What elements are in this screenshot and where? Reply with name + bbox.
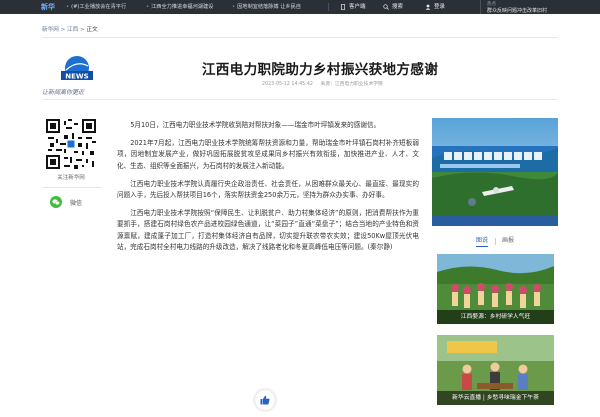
like-button[interactable] xyxy=(255,390,275,410)
breadcrumb-current: 正文 xyxy=(86,27,98,33)
divider xyxy=(42,99,558,100)
photo-caption: 新华云直播 | 乡愁寻味瑞金下午茶 xyxy=(437,391,554,405)
tab-pictorial[interactable]: 画报 xyxy=(502,236,514,246)
search-icon xyxy=(383,3,389,10)
wechat-label[interactable]: 微信 xyxy=(70,198,82,207)
ticker-text: (#)工业播放会在青平行 xyxy=(71,4,127,10)
publish-date: 2023-05-12 14:45:42 xyxy=(262,82,313,87)
hot-text[interactable]: 群众反映问题冲击改革旧村 xyxy=(487,7,547,14)
user-icon xyxy=(425,4,431,10)
article-paragraph: 2021年7月起，江西电力职业技术学院统筹帮扶资源和力量，帮助瑞金市叶坪镇石岗村… xyxy=(117,139,419,170)
photo-card[interactable]: 江西婺源：乡村研学人气旺 xyxy=(437,254,554,324)
tab-photo-stories[interactable]: 图说 xyxy=(476,236,489,247)
login-label: 登录 xyxy=(434,4,446,10)
article-source: 来源：江西电力职业技术学院 xyxy=(320,82,383,87)
login-button[interactable]: 登录 xyxy=(425,2,445,12)
divider xyxy=(42,187,102,188)
breadcrumb-section[interactable]: 江西 xyxy=(67,27,78,33)
qr-label: 关注新华网 xyxy=(57,175,85,181)
divider xyxy=(328,3,329,11)
phone-icon xyxy=(340,3,346,10)
breadcrumb-separator: > xyxy=(60,27,66,33)
photo-caption: 江西婺源：乡村研学人气旺 xyxy=(437,310,554,324)
ticker-item[interactable]: • (#)工业播放会在青平行 xyxy=(66,2,126,12)
photo-tabs: 图说 画报 xyxy=(432,236,558,247)
svg-text:NEWS: NEWS xyxy=(65,73,88,81)
ticker-text: 因地制宜结落脉搏 让乡民自 xyxy=(237,4,301,10)
article-title: 江西电力职院助力乡村振兴获地方感谢 xyxy=(201,62,439,78)
ticker-text: 江西全力推进幸福河湖建设 xyxy=(151,4,214,10)
wechat-icon[interactable] xyxy=(50,196,62,208)
ticker-item[interactable]: • 江西全力推进幸福河湖建设 xyxy=(146,2,213,12)
promo-banner[interactable] xyxy=(432,118,558,226)
thumbs-up-icon xyxy=(260,395,270,405)
qr-code xyxy=(46,119,96,169)
breadcrumb: 新华网 > 江西 > 正文 xyxy=(42,25,98,33)
logo-slogan: 让新闻离你更近 xyxy=(42,89,85,96)
search-button[interactable]: 搜索 xyxy=(383,2,403,12)
article-paragraph: 5月10日，江西电力职业技术学院收到陪对帮扶对象——瑞金市叶坪镇发来的感谢信。 xyxy=(130,121,381,129)
breadcrumb-home[interactable]: 新华网 xyxy=(42,27,59,33)
search-label: 搜索 xyxy=(392,4,404,10)
ticker-item[interactable]: • 因地制宜结落脉搏 让乡民自 xyxy=(232,2,301,12)
article-meta: 2023-05-12 14:45:42 来源：江西电力职业技术学院 xyxy=(262,80,389,87)
tab-divider xyxy=(495,238,496,245)
client-button[interactable]: 客户端 xyxy=(340,2,366,12)
breadcrumb-separator: > xyxy=(80,27,85,33)
article-body: 5月10日，江西电力职业技术学院收到陪对帮扶对象——瑞金市叶坪镇发来的感谢信。 … xyxy=(117,120,419,260)
client-label: 客户端 xyxy=(349,4,366,10)
photo-card[interactable]: 新华云直播 | 乡愁寻味瑞金下午茶 xyxy=(437,335,554,405)
hot-news[interactable]: 热点 群众反映问题冲击改革旧村 xyxy=(480,0,550,14)
xinhua-logo-mark: NEWS xyxy=(61,56,93,81)
site-logo[interactable]: NEWS 让新闻离你更近 xyxy=(42,54,114,100)
article-paragraph: 江西电力职业技术学院认真履行央企政治责任、社会责任，从困难群众最关心、最直接、最… xyxy=(117,179,419,200)
article-paragraph: 江西电力职业技术学院按照“保障民生、让利脱贫户、助力村集体经济”的原则，把消费帮… xyxy=(117,209,419,251)
divider xyxy=(42,37,558,38)
brand-logo[interactable]: 新华 xyxy=(41,2,61,12)
